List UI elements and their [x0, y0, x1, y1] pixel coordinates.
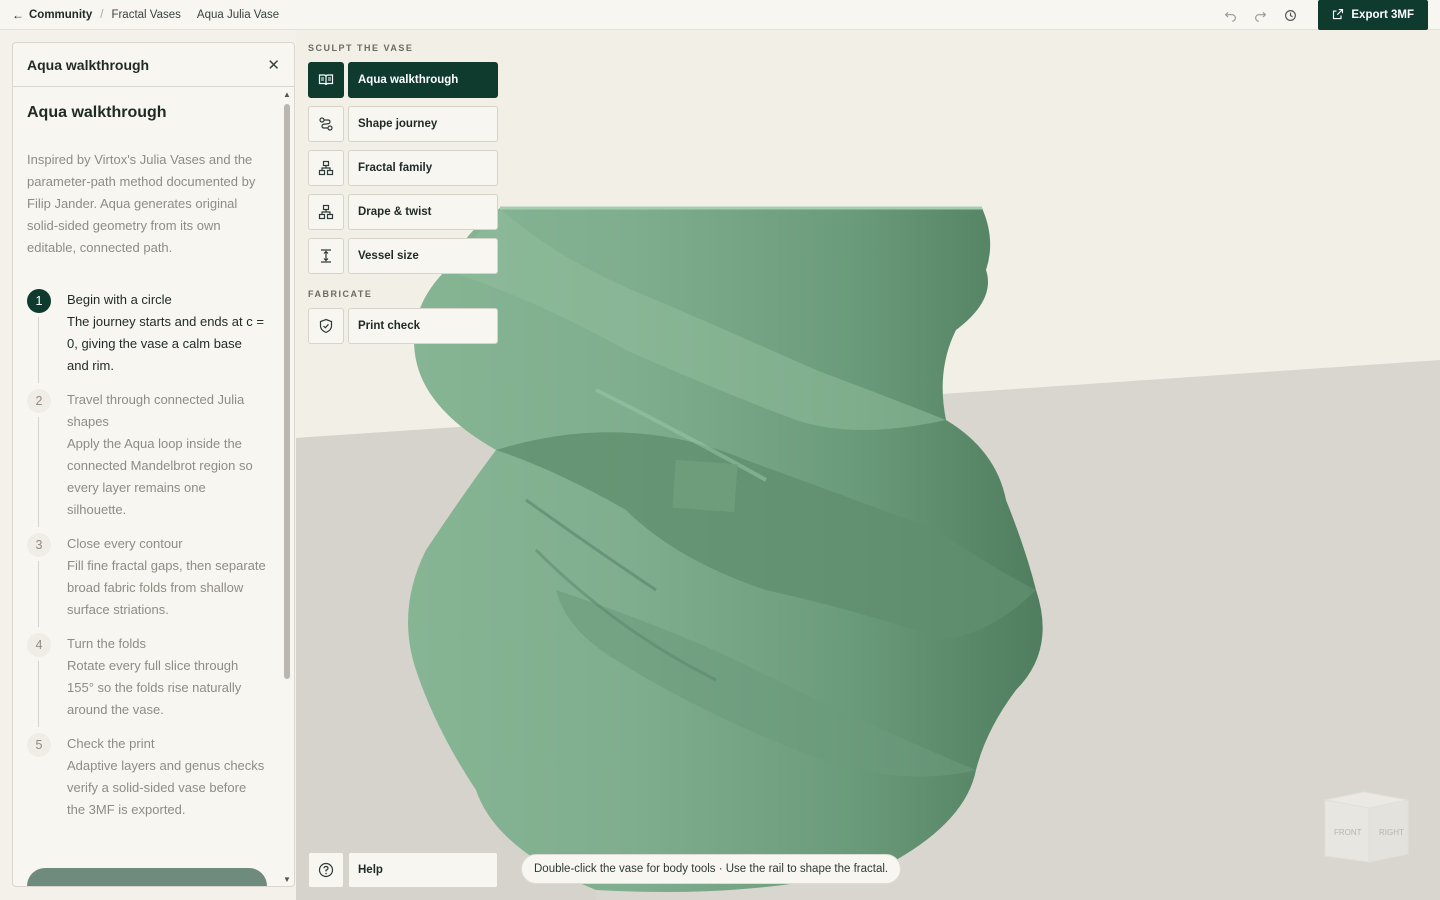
tool-label: Aqua walkthrough — [348, 62, 498, 98]
breadcrumb-fractal-vases[interactable]: Fractal Vases — [111, 9, 180, 21]
step-description: Fill fine fractal gaps, then separate br… — [67, 558, 266, 617]
export-3mf-button[interactable]: Export 3MF — [1318, 0, 1428, 30]
height-icon — [308, 238, 344, 274]
tool-rail: SCULPT THE VASE Aqua walkthrough Shape j… — [308, 42, 500, 352]
walkthrough-panel: Aqua walkthrough ✕ Aqua walkthrough Insp… — [12, 42, 295, 887]
arrow-left-icon: ← — [12, 7, 24, 22]
step-2[interactable]: 2 Travel through connected Julia shapes … — [27, 389, 267, 527]
step-5[interactable]: 5 Check the print Adaptive layers and ge… — [27, 733, 267, 821]
scroll-down-icon[interactable]: ▼ — [283, 875, 291, 884]
step-number: 2 — [27, 389, 51, 413]
panel-header-title: Aqua walkthrough — [27, 56, 150, 73]
shield-check-icon — [308, 308, 344, 344]
back-link-label: Community — [29, 8, 93, 21]
step-description: The journey starts and ends at c = 0, gi… — [67, 314, 264, 373]
tool-label: Print check — [348, 308, 498, 344]
scroll-up-icon[interactable]: ▲ — [283, 90, 291, 99]
top-actions: Export 3MF — [1222, 0, 1428, 30]
step-connector — [38, 661, 39, 727]
step-connector — [38, 417, 39, 527]
tool-fractal-family[interactable]: Fractal family — [308, 150, 500, 186]
tool-vessel-size[interactable]: Vessel size — [308, 238, 500, 274]
undo-icon[interactable] — [1222, 7, 1238, 23]
tool-label: Vessel size — [348, 238, 498, 274]
export-icon — [1332, 8, 1344, 23]
step-description: Adaptive layers and genus checks verify … — [67, 758, 265, 817]
panel-title: Aqua walkthrough — [27, 104, 167, 121]
steps-list: 1 Begin with a circle The journey starts… — [27, 289, 267, 821]
help-button[interactable]: Help — [308, 852, 498, 888]
panel-header: Aqua walkthrough ✕ — [13, 43, 294, 87]
step-connector — [38, 317, 39, 383]
panel-body: Aqua walkthrough Inspired by Virtox's Ju… — [13, 88, 281, 886]
step-title: Begin with a circle — [67, 292, 172, 307]
tool-shape-journey[interactable]: Shape journey — [308, 106, 500, 142]
fabricate-section-label: FABRICATE — [308, 289, 373, 299]
tool-drape-twist[interactable]: Drape & twist — [308, 194, 500, 230]
step-title: Turn the folds — [67, 636, 147, 651]
tool-print-check[interactable]: Print check — [308, 308, 500, 344]
step-number: 5 — [27, 733, 51, 757]
back-to-community-link[interactable]: ← Community — [12, 8, 92, 22]
path-icon — [308, 106, 344, 142]
step-1[interactable]: 1 Begin with a circle The journey starts… — [27, 289, 267, 383]
view-cube[interactable]: FRONT RIGHT — [1322, 790, 1412, 864]
scrollbar-thumb[interactable] — [284, 104, 290, 679]
tool-label: Shape journey — [348, 106, 498, 142]
question-icon — [308, 852, 344, 888]
hierarchy-icon — [308, 194, 344, 230]
help-label: Help — [348, 852, 498, 888]
breadcrumb-separator: / — [100, 8, 104, 21]
breadcrumb-current: Aqua Julia Vase — [196, 8, 280, 21]
redo-icon[interactable] — [1252, 7, 1268, 23]
tool-label: Drape & twist — [348, 194, 498, 230]
step-4[interactable]: 4 Turn the folds Rotate every full slice… — [27, 633, 267, 727]
step-title: Close every contour — [67, 536, 183, 551]
step-description: Apply the Aqua loop inside the connected… — [67, 436, 253, 517]
step-title: Travel through connected Julia shapes — [67, 392, 245, 429]
export-label: Export 3MF — [1351, 9, 1414, 21]
step-number: 4 — [27, 633, 51, 657]
hierarchy-icon — [308, 150, 344, 186]
sculpt-section-label: SCULPT THE VASE — [308, 43, 414, 53]
step-3[interactable]: 3 Close every contour Fill fine fractal … — [27, 533, 267, 627]
history-icon[interactable] — [1282, 7, 1298, 23]
panel-intro: Inspired by Virtox's Julia Vases and the… — [27, 152, 256, 255]
step-description: Rotate every full slice through 155° so … — [67, 658, 242, 717]
step-number: 3 — [27, 533, 51, 557]
step-number: 1 — [27, 289, 51, 313]
step-title: Check the print — [67, 736, 155, 751]
tool-label: Fractal family — [348, 150, 498, 186]
cube-front-label: FRONT — [1334, 828, 1362, 837]
step-connector — [38, 561, 39, 627]
close-icon[interactable]: ✕ — [267, 56, 280, 74]
breadcrumb: ← Community / Fractal Vases Aqua Julia V… — [0, 8, 279, 22]
cube-right-label: RIGHT — [1379, 828, 1404, 837]
panel-primary-button[interactable] — [27, 868, 267, 886]
panel-scrollbar[interactable]: ▲ ▼ — [280, 88, 294, 886]
viewport-hint: Double-click the vase for body tools · U… — [521, 854, 902, 884]
tool-aqua-walkthrough[interactable]: Aqua walkthrough — [308, 62, 500, 98]
top-bar: ← Community / Fractal Vases Aqua Julia V… — [0, 0, 1440, 30]
book-icon — [308, 62, 344, 98]
